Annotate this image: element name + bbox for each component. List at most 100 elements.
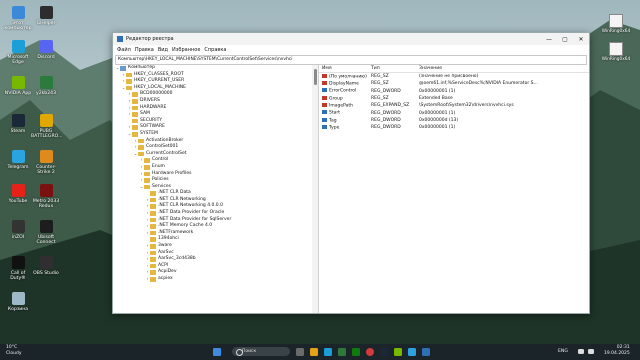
desktop-icon-label: GHelper: [36, 21, 56, 26]
chrome-icon[interactable]: [366, 348, 374, 356]
desktop-icon-pubg[interactable]: PUBG BATTLEGRO...: [31, 114, 63, 139]
desktop-icon-recycle-bin[interactable]: Корзина: [3, 292, 33, 312]
tree-scrollbar[interactable]: [312, 65, 318, 313]
tree-node[interactable]: › .NET Data Provider for SqlServer: [113, 217, 318, 224]
menu-item-4[interactable]: Справка: [204, 47, 226, 53]
desktop-icon-winring-1[interactable]: WinRing0x64: [601, 14, 631, 34]
value-row[interactable]: Type REG_DWORD 0x00000001 (1): [319, 124, 589, 131]
close-button[interactable]: ✕: [573, 36, 589, 43]
tree-node[interactable]: › AcpiDev: [113, 269, 318, 276]
task-view-icon[interactable]: [296, 348, 304, 356]
desktop-icon-nvidia[interactable]: NVIDIA App: [3, 76, 33, 96]
column-header-value[interactable]: Значение: [419, 66, 589, 71]
tree-node[interactable]: › SAM: [113, 111, 318, 118]
desktop-icon-label: Telegram: [7, 165, 29, 170]
desktop-icon-winring-2[interactable]: WinRing0x64: [601, 42, 631, 62]
tree-node[interactable]: › BCD00000000: [113, 91, 318, 98]
tree-node-label: AcpiDev: [158, 269, 177, 275]
tree-node[interactable]: › Control: [113, 157, 318, 164]
file-icon: [609, 14, 623, 28]
start-icon[interactable]: [213, 348, 221, 356]
column-header-type[interactable]: Тип: [371, 66, 419, 71]
telegram-icon: [11, 150, 25, 163]
tree-node[interactable]: ⌄ Services: [113, 184, 318, 191]
tree-node[interactable]: › ActivationBroker: [113, 138, 318, 145]
edge-taskbar-icon[interactable]: [324, 348, 332, 356]
menu-item-1[interactable]: Правка: [135, 47, 154, 53]
tree-node[interactable]: › AarSvc_3cd438b: [113, 256, 318, 263]
desktop-icon-obs[interactable]: OBS Studio: [31, 256, 61, 276]
desktop-icon-ghelper[interactable]: GHelper: [31, 6, 61, 26]
value-row[interactable]: Tag REG_DWORD 0x0000000d (13): [319, 117, 589, 124]
desktop-icon-ubisoft[interactable]: Ubisoft Connect: [31, 220, 61, 245]
folder-icon: [144, 171, 150, 177]
language-indicator[interactable]: ENG: [558, 349, 568, 354]
tree-node[interactable]: › DRIVERS: [113, 98, 318, 105]
wifi-icon[interactable]: [578, 349, 584, 354]
tree-node[interactable]: › HKEY_CURRENT_USER: [113, 78, 318, 85]
binary-value-icon: [322, 88, 327, 93]
tree-node[interactable]: › Enum: [113, 164, 318, 171]
desktop-icon-label: Call of Duty®: [10, 271, 26, 281]
tree-node[interactable]: ⌄ Компьютер: [113, 65, 318, 72]
volume-icon[interactable]: [588, 349, 594, 354]
tree-node[interactable]: › AarSvc: [113, 250, 318, 257]
value-row[interactable]: ErrorControl REG_DWORD 0x00000001 (1): [319, 88, 589, 95]
tree-node-label: Control: [152, 157, 169, 163]
tree-node[interactable]: ⌄ CurrentControlSet: [113, 151, 318, 158]
value-name: DisplayName: [329, 81, 359, 87]
title-bar[interactable]: Редактор реестра — ▢ ✕: [113, 33, 589, 45]
tree-node[interactable]: › ControlSet001: [113, 144, 318, 151]
value-row[interactable]: (По умолчанию) REG_SZ (значение не присвое…: [319, 73, 589, 80]
desktop-icon-discord[interactable]: Discord: [31, 40, 61, 60]
tree-node[interactable]: › .NET Memory Cache 4.0: [113, 223, 318, 230]
value-row[interactable]: ImagePath REG_EXPAND_SZ \SystemRoot\System…: [319, 102, 589, 109]
tree-node[interactable]: › ACPI: [113, 263, 318, 270]
desktop-icon-app[interactable]: y2kb243: [31, 76, 61, 96]
file-explorer-icon[interactable]: [310, 348, 318, 356]
address-bar[interactable]: Компьютер\HKEY_LOCAL_MACHINE\SYSTEM\Curr…: [115, 55, 587, 65]
value-row[interactable]: DisplayName REG_SZ @oem61.inf,%ServiceDesc…: [319, 80, 589, 87]
desktop-icon-computer[interactable]: Этот компьютер: [3, 6, 33, 31]
system-clock[interactable]: 02:31 19.04.2025: [604, 345, 630, 357]
menu-item-2[interactable]: Вид: [158, 47, 168, 53]
tree-node[interactable]: › 3ware: [113, 243, 318, 250]
telegram-taskbar-icon[interactable]: [408, 348, 416, 356]
regedit-taskbar-icon[interactable]: [422, 348, 430, 356]
value-row[interactable]: Group REG_SZ Extended Base: [319, 95, 589, 102]
xbox-icon[interactable]: [352, 348, 360, 356]
tree-node[interactable]: ⌄ SYSTEM: [113, 131, 318, 138]
weather-widget[interactable]: 10°C Cloudy: [6, 345, 22, 356]
value-row[interactable]: Start REG_DWORD 0x00000001 (1): [319, 109, 589, 116]
desktop-icon-cod[interactable]: Call of Duty®: [3, 256, 33, 281]
tree-node[interactable]: › .NETFramework: [113, 230, 318, 237]
value-name: ImagePath: [329, 103, 353, 109]
store-icon[interactable]: [338, 348, 346, 356]
registry-tree[interactable]: ⌄ Компьютер › HKEY_CLASSES_ROOT › HKEY_CURREN…: [113, 65, 319, 313]
scrollbar-thumb[interactable]: [313, 69, 317, 85]
value-type: REG_DWORD: [371, 88, 401, 94]
maximize-button[interactable]: ▢: [557, 36, 573, 43]
tree-node[interactable]: › acpiex: [113, 276, 318, 283]
desktop-icon-cs2[interactable]: Counter-Strike 2: [31, 150, 61, 175]
tree-node[interactable]: › .NET Data Provider for Oracle: [113, 210, 318, 217]
nvidia-taskbar-icon[interactable]: [394, 348, 402, 356]
menu-item-0[interactable]: Файл: [117, 47, 131, 53]
desktop-icon-metro[interactable]: Metro 2033 Redux: [31, 184, 61, 209]
desktop-icon-telegram[interactable]: Telegram: [3, 150, 33, 170]
tree-node[interactable]: › Policies: [113, 177, 318, 184]
tree-node[interactable]: › SOFTWARE: [113, 124, 318, 131]
column-header-name[interactable]: Имя: [319, 66, 371, 71]
desktop-icon-youtube[interactable]: YouTube: [3, 184, 33, 204]
desktop-icon-label: y2kb243: [36, 91, 56, 96]
desktop-icon-inzoi[interactable]: inZOI: [3, 220, 33, 240]
minimize-button[interactable]: —: [541, 36, 557, 43]
value-name-cell: DisplayName: [319, 81, 371, 87]
desktop-icon-edge[interactable]: Microsoft Edge: [3, 40, 33, 65]
steam-taskbar-icon[interactable]: [380, 348, 388, 356]
tree-node[interactable]: .NET CLR Data: [113, 190, 318, 197]
tree-node[interactable]: 1394ohci: [113, 236, 318, 243]
menu-item-3[interactable]: Избранное: [172, 47, 200, 53]
desktop-icon-steam[interactable]: Steam: [3, 114, 33, 134]
tree-node[interactable]: › Hardware Profiles: [113, 171, 318, 178]
